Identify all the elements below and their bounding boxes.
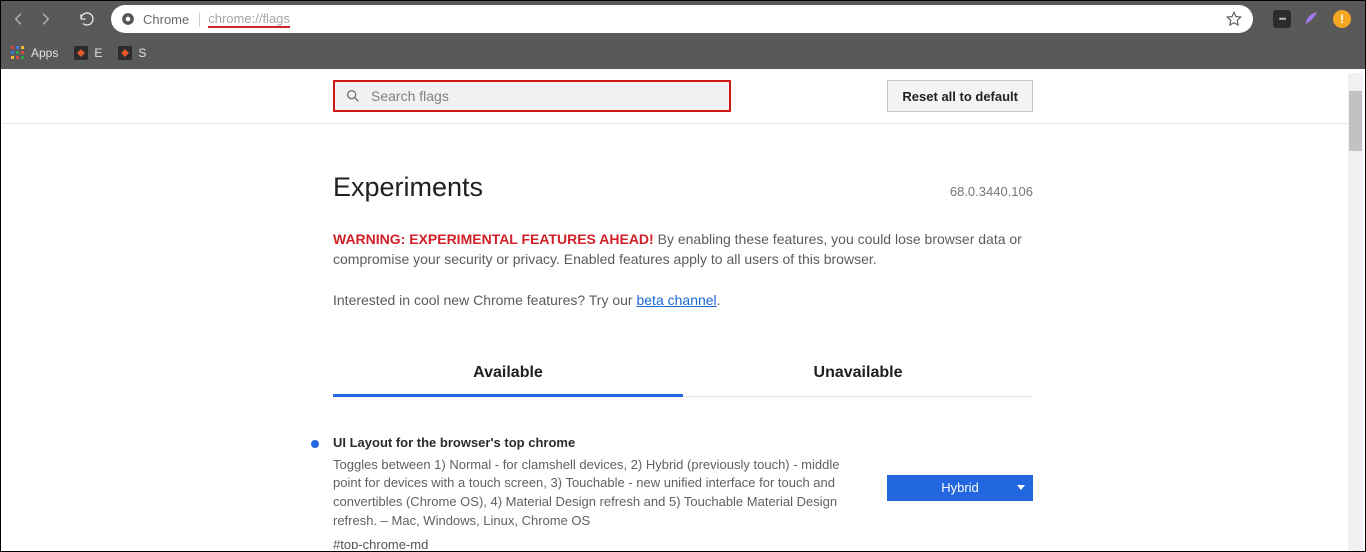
version-label: 68.0.3440.106 (950, 184, 1033, 199)
beta-line: Interested in cool new Chrome features? … (333, 292, 1033, 308)
nav-toolbar: Chrome chrome://flags ••• ! (1, 1, 1365, 37)
apps-shortcut[interactable]: Apps (11, 46, 58, 60)
search-placeholder: Search flags (371, 88, 449, 104)
bookmark-label: S (138, 46, 146, 60)
bookmark-label: E (94, 46, 102, 60)
reset-button[interactable]: Reset all to default (887, 80, 1033, 112)
omnibox-label: Chrome (143, 12, 200, 27)
browser-chrome: Chrome chrome://flags ••• ! Apps E S (1, 1, 1365, 69)
bookmark-item[interactable]: E (74, 46, 102, 60)
modified-dot-icon (311, 440, 319, 448)
flag-hash-link[interactable]: #top-chrome-md (333, 537, 857, 549)
flag-title: UI Layout for the browser's top chrome (333, 435, 857, 450)
search-icon (345, 88, 361, 104)
warning-text: WARNING: EXPERIMENTAL FEATURES AHEAD! By… (333, 229, 1033, 270)
scrollbar-thumb[interactable] (1349, 91, 1362, 151)
flag-select[interactable]: Hybrid (887, 475, 1033, 501)
back-button[interactable] (9, 9, 29, 29)
flag-item: UI Layout for the browser's top chrome T… (333, 435, 1033, 549)
tabs: Available Unavailable (333, 352, 1033, 397)
bookmark-star-icon[interactable] (1225, 10, 1243, 28)
flag-description: Toggles between 1) Normal - for clamshel… (333, 456, 857, 531)
search-input[interactable]: Search flags (333, 80, 731, 112)
page-content: Search flags Reset all to default Experi… (1, 69, 1365, 549)
forward-button[interactable] (35, 9, 55, 29)
extension-icons: ••• ! (1267, 9, 1357, 30)
omnibox-url: chrome://flags (208, 11, 290, 28)
omnibox[interactable]: Chrome chrome://flags (111, 5, 1253, 33)
extension-icon[interactable] (1303, 9, 1321, 30)
apps-label: Apps (31, 46, 58, 60)
heading-row: Experiments 68.0.3440.106 (333, 172, 1033, 203)
beta-prefix: Interested in cool new Chrome features? … (333, 292, 636, 308)
profile-badge[interactable]: ! (1333, 10, 1351, 28)
page-title: Experiments (333, 172, 483, 203)
extension-icon[interactable]: ••• (1273, 10, 1291, 28)
warning-prefix: WARNING: EXPERIMENTAL FEATURES AHEAD! (333, 231, 654, 247)
bookmarks-bar: Apps E S (1, 37, 1365, 69)
bookmark-icon (118, 46, 132, 60)
apps-icon (11, 46, 25, 60)
search-row: Search flags Reset all to default (3, 69, 1363, 124)
tab-available[interactable]: Available (333, 352, 683, 396)
reload-button[interactable] (77, 9, 97, 29)
flag-select-value: Hybrid (941, 480, 979, 495)
chrome-icon (121, 12, 135, 26)
bookmark-icon (74, 46, 88, 60)
beta-channel-link[interactable]: beta channel (636, 292, 716, 308)
bookmark-item[interactable]: S (118, 46, 146, 60)
tab-unavailable[interactable]: Unavailable (683, 352, 1033, 396)
beta-suffix: . (717, 292, 721, 308)
